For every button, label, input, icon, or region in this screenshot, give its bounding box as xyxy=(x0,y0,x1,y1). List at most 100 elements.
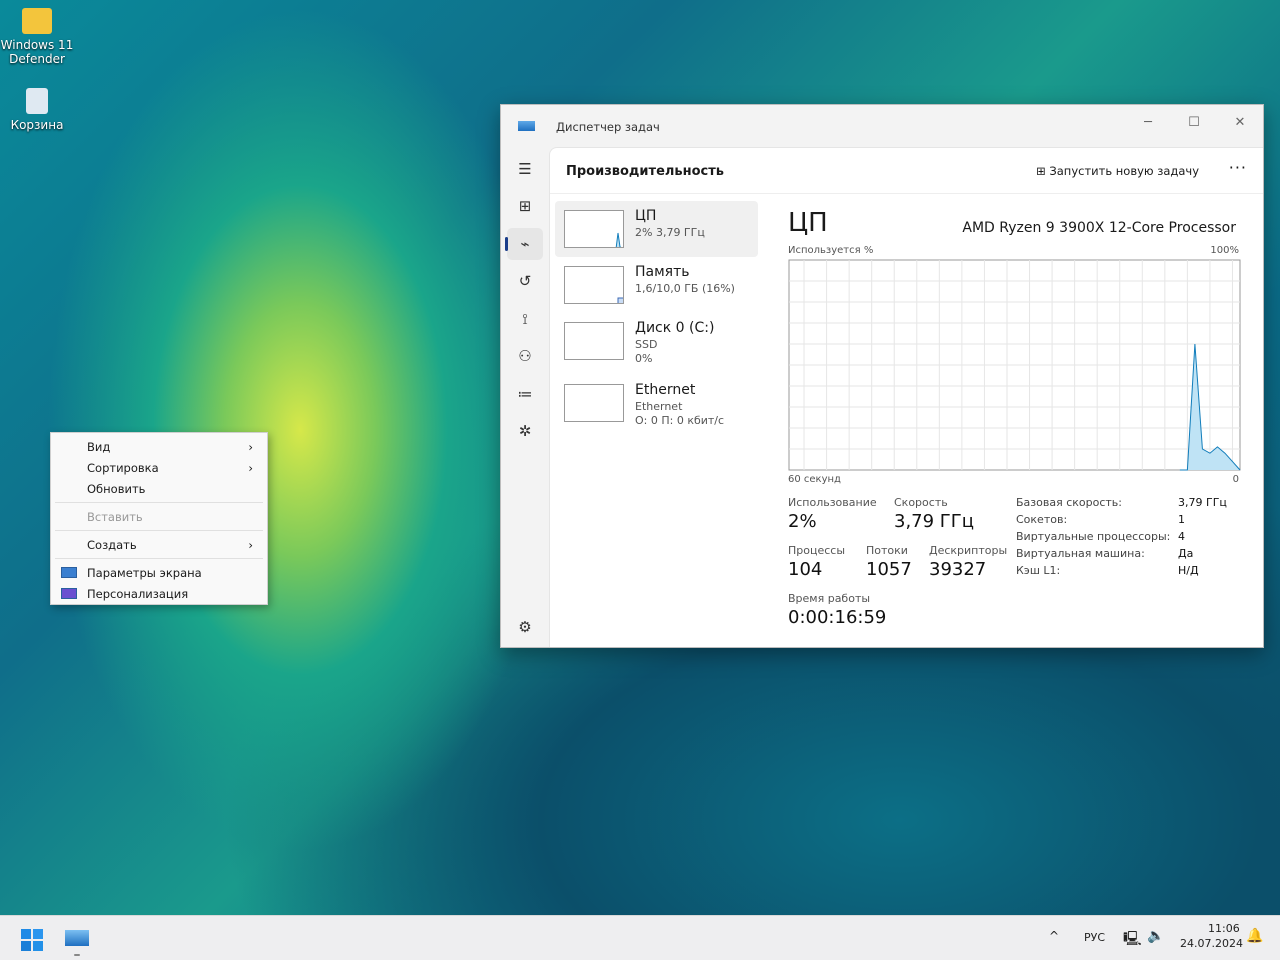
folder-icon xyxy=(22,8,52,34)
notifications-icon[interactable]: 🔔 xyxy=(1246,928,1263,944)
label: Сортировка xyxy=(87,460,159,475)
details-icon[interactable]: ≔ xyxy=(507,378,543,410)
menu-item-refresh[interactable]: Обновить xyxy=(51,478,267,499)
stat-threads: 1057 xyxy=(866,559,912,580)
prop-label: Виртуальная машина: xyxy=(1016,547,1145,560)
ethernet-thumbnail xyxy=(564,384,624,422)
recycle-bin-icon xyxy=(26,88,48,114)
close-button[interactable]: ✕ xyxy=(1217,110,1263,136)
stat-label: Использование xyxy=(788,496,877,509)
resource-memory[interactable]: Память 1,6/10,0 ГБ (16%) xyxy=(555,257,758,313)
divider xyxy=(55,530,263,531)
page-title: Производительность xyxy=(566,164,725,179)
stat-usage: 2% xyxy=(788,511,817,532)
title-bar: Диспетчер задач ─ ☐ ✕ xyxy=(501,105,1263,147)
menu-icon[interactable]: ☰ xyxy=(507,153,543,185)
desktop-context-menu: Вид › Сортировка › Обновить Вставить Созда… xyxy=(50,432,268,605)
stat-label: Скорость xyxy=(894,496,948,509)
detail-title: ЦП xyxy=(788,208,828,238)
resource-detail: SSD xyxy=(635,338,658,351)
menu-item-sort[interactable]: Сортировка › xyxy=(51,457,267,478)
taskbar: ^ РУС 🖳 🔈 11:06 24.07.2024 🔔 xyxy=(0,915,1280,960)
prop-label: Базовая скорость: xyxy=(1016,496,1122,509)
stat-label: Дескрипторы xyxy=(929,544,1008,557)
network-icon[interactable]: 🖳 xyxy=(1123,928,1142,952)
main-panel: Производительность ⊞ Запустить новую зад… xyxy=(549,147,1263,647)
prop-label: Виртуальные процессоры: xyxy=(1016,530,1171,543)
minimize-button[interactable]: ─ xyxy=(1125,110,1171,136)
resource-disk[interactable]: Диск 0 (C:) SSD 0% xyxy=(555,313,758,369)
desktop-icon-recycle-bin[interactable]: Корзина xyxy=(0,88,74,132)
resource-detail: 1,6/10,0 ГБ (16%) xyxy=(635,282,735,295)
chart-ylabel: Используется % xyxy=(788,245,874,256)
resource-name: Ethernet xyxy=(635,382,696,398)
disk-thumbnail xyxy=(564,322,624,360)
new-task-icon: ⊞ xyxy=(1036,164,1050,178)
show-hidden-icons-button[interactable]: ^ xyxy=(1049,929,1059,943)
label: Параметры экрана xyxy=(87,565,202,580)
stat-processes: 104 xyxy=(788,559,823,580)
window-title: Диспетчер задач xyxy=(556,120,660,134)
display-icon xyxy=(61,567,77,578)
prop-value: 3,79 ГГц xyxy=(1178,496,1227,509)
task-manager-logo-icon xyxy=(518,121,535,131)
language-indicator[interactable]: РУС xyxy=(1084,931,1105,944)
stat-label: Время работы xyxy=(788,592,871,605)
divider xyxy=(55,558,263,559)
task-manager-window: Диспетчер задач ─ ☐ ✕ ☰ ⊞ ⌁ ↺ ⟟ ⚇ ≔ ✲ ⚙ … xyxy=(500,104,1264,648)
personalize-icon xyxy=(61,588,77,599)
run-new-task-button[interactable]: ⊞ Запустить новую задачу xyxy=(1036,164,1199,178)
volume-icon[interactable]: 🔈 xyxy=(1147,928,1164,944)
resource-cpu[interactable]: ЦП 2% 3,79 ГГц xyxy=(555,201,758,257)
desktop-icon-label: Корзина xyxy=(10,118,64,132)
chart-xlabel: 60 секунд xyxy=(788,474,841,485)
prop-label: Сокетов: xyxy=(1016,513,1068,526)
chevron-right-icon: › xyxy=(248,439,253,454)
sidebar-nav: ☰ ⊞ ⌁ ↺ ⟟ ⚇ ≔ ✲ ⚙ xyxy=(501,147,549,647)
label: Создать xyxy=(87,537,137,552)
maximize-button[interactable]: ☐ xyxy=(1171,110,1217,136)
processes-icon[interactable]: ⊞ xyxy=(507,190,543,222)
resource-ethernet[interactable]: Ethernet Ethernet О: 0 П: 0 кбит/с xyxy=(555,375,758,431)
chart-ymax: 100% xyxy=(1210,245,1239,256)
stat-handles: 39327 xyxy=(929,559,987,580)
settings-icon[interactable]: ⚙ xyxy=(507,611,543,643)
processor-name: AMD Ryzen 9 3900X 12-Core Processor xyxy=(962,220,1236,236)
performance-icon[interactable]: ⌁ xyxy=(507,228,543,260)
resource-detail: 0% xyxy=(635,352,653,365)
menu-item-new[interactable]: Создать › xyxy=(51,534,267,555)
chevron-right-icon: › xyxy=(248,460,253,475)
desktop-icon-defender[interactable]: Windows 11 Defender xyxy=(0,8,74,66)
selected-indicator xyxy=(505,237,508,251)
header: Производительность ⊞ Запустить новую зад… xyxy=(550,148,1263,194)
prop-value: Н/Д xyxy=(1178,564,1199,577)
stat-speed: 3,79 ГГц xyxy=(894,511,975,532)
start-button[interactable] xyxy=(21,929,43,951)
clock-time[interactable]: 11:06 xyxy=(1208,922,1240,935)
menu-item-paste: Вставить xyxy=(51,506,267,527)
menu-item-view[interactable]: Вид › xyxy=(51,436,267,457)
startup-icon[interactable]: ⟟ xyxy=(507,303,543,335)
cpu-thumbnail xyxy=(564,210,624,248)
taskbar-task-manager[interactable] xyxy=(65,930,89,946)
menu-item-personalize[interactable]: Персонализация xyxy=(51,583,267,604)
resource-detail: Ethernet xyxy=(635,400,683,413)
label: Обновить xyxy=(87,481,146,496)
divider xyxy=(55,502,263,503)
resource-name: Память xyxy=(635,264,690,280)
users-icon[interactable]: ⚇ xyxy=(507,340,543,372)
stat-label: Процессы xyxy=(788,544,846,557)
services-icon[interactable]: ✲ xyxy=(507,415,543,447)
label: Персонализация xyxy=(87,586,189,601)
more-options-button[interactable]: ··· xyxy=(1229,158,1247,177)
cpu-details: ЦП AMD Ryzen 9 3900X 12-Core Processor И… xyxy=(788,194,1263,647)
prop-label: Кэш L1: xyxy=(1016,564,1061,577)
clock-date[interactable]: 24.07.2024 xyxy=(1180,937,1243,950)
resource-name: ЦП xyxy=(635,208,657,224)
history-icon[interactable]: ↺ xyxy=(507,265,543,297)
stat-label: Потоки xyxy=(866,544,908,557)
label: Вид xyxy=(87,439,111,454)
memory-thumbnail xyxy=(564,266,624,304)
menu-item-display-settings[interactable]: Параметры экрана xyxy=(51,562,267,583)
resource-detail: 2% 3,79 ГГц xyxy=(635,226,705,239)
